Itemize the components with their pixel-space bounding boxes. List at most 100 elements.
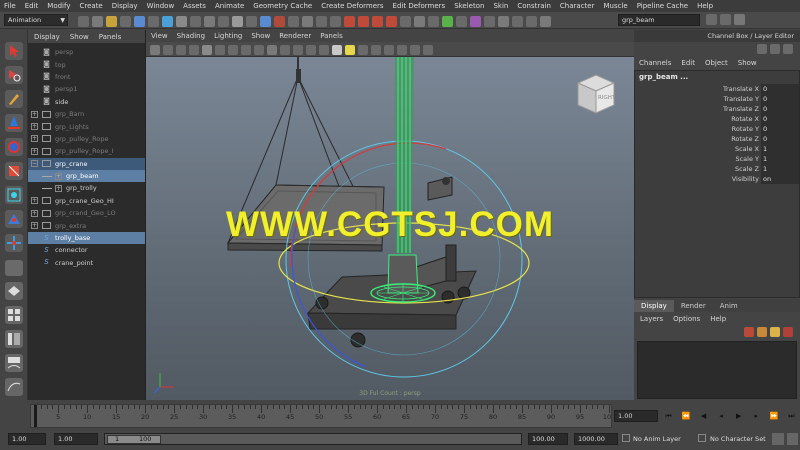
- menu-create-deformers[interactable]: Create Deformers: [321, 2, 383, 10]
- viewport-menu-renderer[interactable]: Renderer: [279, 32, 311, 40]
- channel-attribute-value[interactable]: 0: [761, 104, 799, 114]
- current-frame-field[interactable]: 1.00: [614, 410, 658, 422]
- tab-display[interactable]: Display: [634, 300, 674, 312]
- layer-menu-options[interactable]: Options: [673, 315, 700, 323]
- viewport-tool-icon[interactable]: [397, 44, 407, 55]
- channel-box-menu-show[interactable]: Show: [738, 59, 757, 67]
- channel-box-menu-edit[interactable]: Edit: [681, 59, 695, 67]
- viewport-tool-icon[interactable]: [410, 44, 420, 55]
- viewport-tool-icon[interactable]: [306, 44, 316, 55]
- channel-attribute-row[interactable]: Scale Z1: [635, 164, 799, 174]
- status-line-tool-icon[interactable]: [232, 15, 243, 27]
- layer-list[interactable]: [637, 341, 797, 399]
- channel-attribute-row[interactable]: Rotate Z0: [635, 134, 799, 144]
- status-line-tool-icon[interactable]: [204, 15, 215, 27]
- status-line-tool-icon[interactable]: [456, 15, 467, 27]
- status-line-tool-icon[interactable]: [442, 15, 453, 27]
- layer-menu-help[interactable]: Help: [710, 315, 726, 323]
- outliner-item[interactable]: + grp_beam: [28, 169, 145, 183]
- viewport-menu-panels[interactable]: Panels: [320, 32, 343, 40]
- menu-set-dropdown[interactable]: Animation ▼: [4, 14, 68, 26]
- animation-end-field[interactable]: 1000.00: [574, 433, 618, 445]
- viewport-tool-icon[interactable]: [293, 44, 303, 55]
- expand-icon[interactable]: +: [31, 147, 38, 155]
- lasso-tool-icon[interactable]: [5, 66, 23, 84]
- status-line-tool-icon[interactable]: [78, 15, 89, 27]
- status-line-tool-icon[interactable]: [526, 15, 537, 27]
- channel-attribute-row[interactable]: Rotate X0: [635, 114, 799, 124]
- status-line-tool-icon[interactable]: [358, 15, 369, 27]
- viewport-tool-icon[interactable]: [176, 44, 186, 55]
- expand-icon[interactable]: +: [31, 123, 38, 131]
- status-line-tool-icon[interactable]: [218, 15, 229, 27]
- quick-select-field[interactable]: grp_beam: [618, 14, 700, 26]
- channel-attribute-row[interactable]: Rotate Y0: [635, 124, 799, 134]
- manipulator-tool-icon[interactable]: [5, 186, 23, 204]
- collapse-icon[interactable]: −: [31, 160, 38, 168]
- status-line-tool-icon[interactable]: [134, 15, 145, 27]
- status-line-tool-icon[interactable]: [428, 15, 439, 27]
- viewport-tool-icon[interactable]: [254, 44, 264, 55]
- channel-box-menu-object[interactable]: Object: [705, 59, 728, 67]
- viewport-tool-icon[interactable]: [215, 44, 225, 55]
- status-line-tool-icon[interactable]: [498, 15, 509, 27]
- view-cube[interactable]: RIGHT: [570, 69, 618, 117]
- anim-layer-label[interactable]: No Anim Layer: [633, 434, 681, 445]
- outliner-item[interactable]: ◙ top: [28, 58, 145, 70]
- new-layer-empty-icon[interactable]: [744, 327, 754, 337]
- select-tool-icon[interactable]: [5, 42, 23, 60]
- channel-attribute-row[interactable]: Translate X0: [635, 84, 799, 94]
- status-line-tool-icon[interactable]: [540, 15, 551, 27]
- status-line-tool-icon[interactable]: [148, 15, 159, 27]
- persp-graph-layout-icon[interactable]: [5, 354, 23, 372]
- status-line-tool-icon[interactable]: [176, 15, 187, 27]
- outliner-item[interactable]: + grp_trolly: [28, 182, 145, 194]
- soft-mod-tool-icon[interactable]: [5, 210, 23, 228]
- channel-attribute-value[interactable]: 0: [761, 124, 799, 134]
- outliner-item[interactable]: ◙ front: [28, 71, 145, 83]
- playback-end-field[interactable]: 100.00: [528, 433, 568, 445]
- four-pane-layout-icon[interactable]: [5, 306, 23, 324]
- status-line-tool-icon[interactable]: [470, 15, 481, 27]
- status-line-tool-icon[interactable]: [414, 15, 425, 27]
- show-manipulator-icon[interactable]: [5, 234, 23, 252]
- attribute-editor-icon[interactable]: [706, 14, 717, 25]
- paint-select-icon[interactable]: [5, 90, 23, 108]
- viewport-tool-icon[interactable]: [228, 44, 238, 55]
- status-line-tool-icon[interactable]: [316, 15, 327, 27]
- expand-icon[interactable]: +: [31, 197, 38, 205]
- viewport-tool-icon[interactable]: [280, 44, 290, 55]
- viewport-menu-lighting[interactable]: Lighting: [214, 32, 242, 40]
- outliner-item[interactable]: + grp_Barn: [28, 108, 145, 120]
- outliner-item[interactable]: + grp_extra: [28, 219, 145, 231]
- menu-character[interactable]: Character: [560, 2, 595, 10]
- viewport-tool-icon[interactable]: [423, 44, 433, 55]
- menu-help[interactable]: Help: [697, 2, 713, 10]
- channel-attribute-row[interactable]: Translate Y0: [635, 94, 799, 104]
- status-line-tool-icon[interactable]: [400, 15, 411, 27]
- outliner-item[interactable]: + grp_crand_Geo_LO: [28, 207, 145, 219]
- channel-attribute-value[interactable]: 0: [761, 84, 799, 94]
- viewport-tool-icon[interactable]: [319, 44, 329, 55]
- tab-anim[interactable]: Anim: [713, 300, 745, 312]
- channel-attribute-value[interactable]: 1: [761, 164, 799, 174]
- viewport-menu-show[interactable]: Show: [251, 32, 270, 40]
- viewport-menu-view[interactable]: View: [151, 32, 168, 40]
- viewport-tool-icon[interactable]: [189, 44, 199, 55]
- menu-file[interactable]: File: [4, 2, 16, 10]
- channel-attribute-value[interactable]: 0: [761, 94, 799, 104]
- status-line-tool-icon[interactable]: [372, 15, 383, 27]
- new-layer-selected-icon[interactable]: [757, 327, 767, 337]
- layer-options-icon[interactable]: [783, 327, 793, 337]
- viewport-tool-icon[interactable]: [241, 44, 251, 55]
- viewport-tool-icon[interactable]: [163, 44, 173, 55]
- menu-geometry-cache[interactable]: Geometry Cache: [253, 2, 312, 10]
- step-back-frame-icon[interactable]: ◀: [697, 412, 710, 420]
- single-pane-layout-icon[interactable]: [5, 282, 23, 300]
- outliner-menu-show[interactable]: Show: [70, 33, 89, 41]
- status-line-tool-icon[interactable]: [106, 15, 117, 27]
- channel-attribute-row[interactable]: Scale Y1: [635, 154, 799, 164]
- viewport-tool-icon[interactable]: [345, 44, 355, 55]
- move-tool-icon[interactable]: [5, 114, 23, 132]
- status-line-tool-icon[interactable]: [274, 15, 285, 27]
